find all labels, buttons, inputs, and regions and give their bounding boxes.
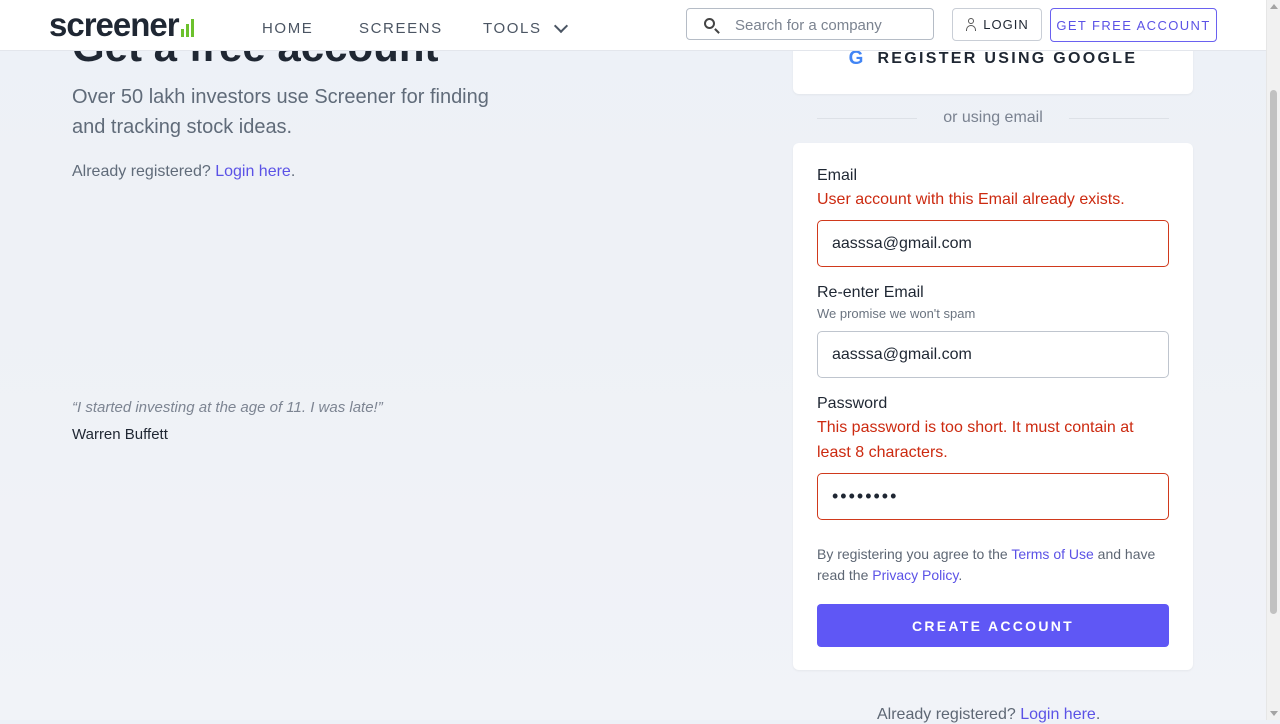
nav-tools[interactable]: TOOLS (483, 18, 568, 37)
reenter-email-label: Re-enter Email (817, 284, 924, 301)
email-error: User account with this Email already exi… (817, 191, 1125, 208)
nav-home[interactable]: HOME (262, 20, 313, 37)
footer-login-link[interactable]: Login here (1020, 706, 1096, 723)
search-input[interactable] (733, 13, 927, 37)
footer-period: . (1095, 706, 1101, 723)
terms-of-use-link[interactable]: Terms of Use (1011, 546, 1093, 562)
search-icon (704, 18, 715, 29)
email-field[interactable] (817, 220, 1169, 267)
google-icon: G (848, 48, 864, 69)
login-button[interactable]: LOGIN (952, 8, 1042, 41)
terms-text: By registering you agree to the Terms of… (817, 544, 1169, 586)
divider-text: or using email (943, 109, 1043, 126)
already-registered-text: Already registered? Login here. (72, 163, 295, 181)
nav-screens[interactable]: SCREENS (359, 20, 443, 37)
page-subtitle: Over 50 lakh investors use Screener for … (72, 86, 489, 138)
top-navbar: screener HOME SCREENS TOOLS LOGIN GET FR… (0, 0, 1266, 51)
login-button-label: LOGIN (983, 17, 1029, 32)
scroll-up-arrow-icon[interactable] (1270, 4, 1278, 9)
chevron-down-icon (553, 18, 568, 34)
terms-suffix: . (958, 567, 963, 583)
password-field[interactable] (817, 473, 1169, 520)
screener-logo[interactable]: screener (49, 6, 194, 43)
registration-form: Email User account with this Email alrea… (793, 143, 1193, 670)
get-free-account-button[interactable]: GET FREE ACCOUNT (1050, 8, 1217, 42)
footer-already-label: Already registered? (877, 706, 1016, 723)
password-error: This password is too short. It must cont… (817, 419, 1134, 461)
terms-prefix: By registering you agree to the (817, 546, 1008, 562)
investor-quote: “I started investing at the age of 11. I… (72, 399, 383, 416)
footer-already-registered: Already registered? Login here. (257, 706, 1257, 724)
user-icon (965, 18, 977, 31)
page-scrollbar[interactable] (1266, 0, 1280, 720)
reenter-email-hint: We promise we won't spam (817, 306, 976, 321)
company-search[interactable] (686, 8, 934, 40)
login-here-link[interactable]: Login here (215, 163, 291, 180)
create-account-button[interactable]: CREATE ACCOUNT (817, 604, 1169, 647)
register-google-button[interactable]: G REGISTER USING GOOGLE (793, 48, 1193, 70)
or-divider: or using email (817, 109, 1169, 129)
period: . (290, 163, 296, 180)
nav-tools-label: TOOLS (483, 20, 542, 37)
scroll-thumb[interactable] (1270, 90, 1277, 614)
quote-author: Warren Buffett (72, 426, 168, 443)
reenter-email-field[interactable] (817, 331, 1169, 378)
already-registered-label: Already registered? (72, 163, 211, 180)
logo-wordmark: screener (49, 6, 180, 43)
register-google-label: REGISTER USING GOOGLE (877, 50, 1138, 67)
password-label: Password (817, 395, 888, 412)
logo-bars-icon (180, 19, 194, 37)
email-label: Email (817, 167, 858, 184)
privacy-policy-link[interactable]: Privacy Policy (872, 567, 958, 583)
scroll-down-arrow-icon[interactable] (1270, 711, 1278, 716)
